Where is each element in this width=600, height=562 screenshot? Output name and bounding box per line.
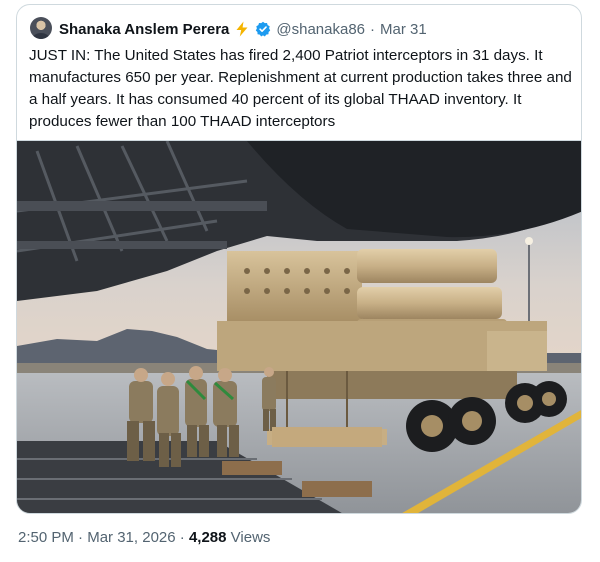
tweet-time[interactable]: 2:50 PM — [18, 529, 74, 546]
avatar[interactable] — [30, 17, 52, 39]
tweet-photo[interactable] — [17, 140, 581, 513]
tweet-full-date[interactable]: Mar 31, 2026 — [87, 529, 175, 546]
meta-separator: · — [78, 529, 84, 546]
thaad-launcher-photo — [17, 141, 581, 513]
user-handle[interactable]: @shanaka86 — [276, 21, 365, 38]
tweet-card[interactable]: Shanaka Anslem Perera @shanaka86 · Mar 3… — [16, 4, 582, 514]
tweet-text: JUST IN: The United States has fired 2,4… — [29, 47, 572, 130]
display-name[interactable]: Shanaka Anslem Perera — [59, 21, 229, 38]
views-count: 4,288 — [188, 529, 227, 546]
verified-badge-icon[interactable] — [255, 21, 271, 37]
meta-separator: · — [179, 529, 185, 546]
views-label: Views — [230, 529, 271, 546]
header-separator: · — [370, 20, 375, 38]
tweet-date[interactable]: Mar 31 — [380, 21, 427, 38]
tweet-meta: 2:50 PM · Mar 31, 2026 · 4,288 Views — [18, 529, 270, 546]
tweet-header: Shanaka Anslem Perera @shanaka86 · Mar 3… — [59, 18, 427, 40]
lightning-bolt-icon — [234, 21, 250, 37]
